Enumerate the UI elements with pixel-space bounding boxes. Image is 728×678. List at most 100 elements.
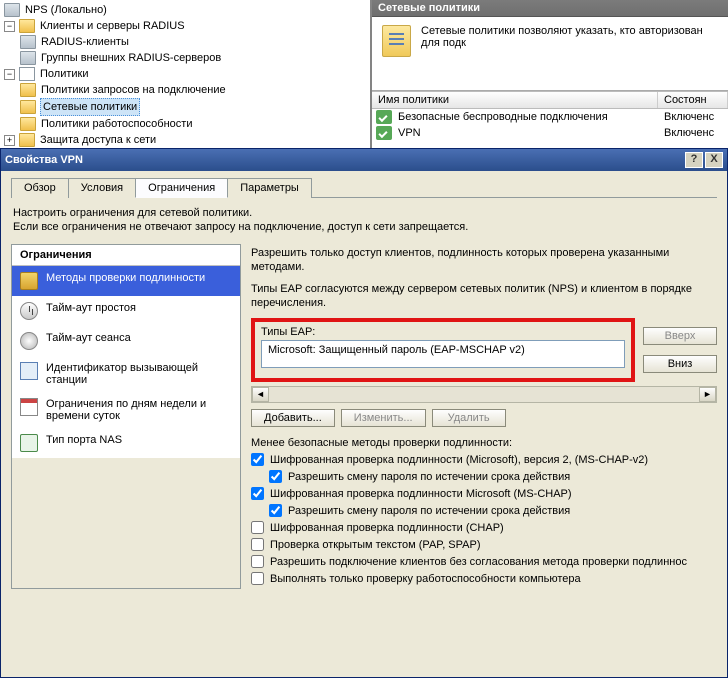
tab-strip: Обзор Условия Ограничения Параметры <box>11 177 717 198</box>
check-mschap-box[interactable] <box>251 487 264 500</box>
tree-net-policies[interactable]: Сетевые политики <box>20 98 366 116</box>
horizontal-scrollbar[interactable]: ◄ ► <box>251 386 717 403</box>
tree-radius-clients[interactable]: RADIUS-клиенты <box>20 34 366 50</box>
tree-policies[interactable]: Политики <box>39 66 90 82</box>
tab-constraints[interactable]: Ограничения <box>135 178 228 198</box>
intro-text: Настроить ограничения для сетевой полити… <box>13 206 715 234</box>
nas-icon <box>20 434 38 452</box>
check-chap[interactable]: Шифрованная проверка подлинности (CHAP) <box>251 521 717 535</box>
row-name: Безопасные беспроводные подключения <box>392 110 658 124</box>
doc-icon <box>19 67 35 81</box>
help-button[interactable]: ? <box>685 152 703 168</box>
tree-toggle[interactable]: + <box>4 135 15 146</box>
list-title: Сетевые политики <box>372 0 728 17</box>
tab-conditions[interactable]: Условия <box>68 178 136 198</box>
row-state: Включенс <box>658 126 728 140</box>
constraint-label: Тип порта NAS <box>46 434 122 446</box>
calendar-icon <box>20 398 38 416</box>
folder-icon <box>20 83 36 97</box>
folder-icon <box>19 19 35 33</box>
table-row[interactable]: VPN Включенс <box>372 125 728 141</box>
tree-root[interactable]: NPS (Локально) <box>4 2 366 18</box>
add-button[interactable]: Добавить... <box>251 409 335 427</box>
eap-types-list[interactable]: Microsoft: Защищенный пароль (EAP-MSCHAP… <box>261 340 625 368</box>
tab-overview[interactable]: Обзор <box>11 178 69 198</box>
scroll-left-icon[interactable]: ◄ <box>252 387 269 402</box>
check-pap-box[interactable] <box>251 538 264 551</box>
constraint-caller-id[interactable]: Идентификатор вызывающей станции <box>12 356 240 392</box>
folder-icon <box>20 117 36 131</box>
tree-ext-servers[interactable]: Группы внешних RADIUS-серверов <box>20 50 366 66</box>
policy-enabled-icon <box>376 126 392 140</box>
check-mschap-pwchange-box[interactable] <box>269 504 282 517</box>
table-header[interactable]: Имя политики Состоян <box>372 91 728 109</box>
scroll-right-icon[interactable]: ► <box>699 387 716 402</box>
tree-clients[interactable]: Клиенты и серверы RADIUS <box>39 18 186 34</box>
close-button[interactable]: X <box>705 152 723 168</box>
table-row[interactable]: Безопасные беспроводные подключения Вклю… <box>372 109 728 125</box>
check-healthonly-box[interactable] <box>251 572 264 585</box>
tree-req-policies[interactable]: Политики запросов на подключение <box>20 82 366 98</box>
list-description: Сетевые политики позволяют указать, кто … <box>421 25 718 49</box>
clock-icon <box>20 302 38 320</box>
constraint-label: Тайм-аут простоя <box>46 302 136 314</box>
check-mschapv2-pwchange-box[interactable] <box>269 470 282 483</box>
row-name: VPN <box>392 126 658 140</box>
folder-icon <box>20 100 36 114</box>
constraint-auth-methods[interactable]: Методы проверки подлинности <box>12 266 240 296</box>
constraints-panel: Ограничения Методы проверки подлинности … <box>11 244 241 589</box>
constraint-session-timeout[interactable]: Тайм-аут сеанса <box>12 326 240 356</box>
col-state[interactable]: Состоян <box>658 92 728 108</box>
check-chap-box[interactable] <box>251 521 264 534</box>
clock-icon <box>20 332 38 350</box>
move-up-button[interactable]: Вверх <box>643 327 717 345</box>
mmc-tree[interactable]: NPS (Локально) − Клиенты и серверы RADIU… <box>0 0 372 151</box>
allow-text: Разрешить только доступ клиентов, подлин… <box>251 246 717 274</box>
move-down-button[interactable]: Вниз <box>643 355 717 373</box>
check-pap[interactable]: Проверка открытым текстом (PAP, SPAP) <box>251 538 717 552</box>
constraint-label: Тайм-аут сеанса <box>46 332 131 344</box>
eap-label: Типы EAP: <box>261 326 625 338</box>
constraint-nas-port[interactable]: Тип порта NAS <box>12 428 240 458</box>
tree-toggle[interactable]: − <box>4 69 15 80</box>
row-state: Включенс <box>658 110 728 124</box>
tree-net-access[interactable]: + Защита доступа к сети <box>4 132 366 148</box>
tree-root-label: NPS (Локально) <box>24 2 108 18</box>
check-mschapv2-pwchange[interactable]: Разрешить смену пароля по истечении срок… <box>269 470 717 484</box>
check-mschapv2-box[interactable] <box>251 453 264 466</box>
check-healthonly[interactable]: Выполнять только проверку работоспособно… <box>251 572 717 586</box>
tree-health-policies[interactable]: Политики работоспособности <box>20 116 366 132</box>
eap-note: Типы EAP согласуются между сервером сете… <box>251 282 717 310</box>
lock-icon <box>20 272 38 290</box>
folder-icon <box>19 133 35 147</box>
delete-button[interactable]: Удалить <box>432 409 506 427</box>
eap-highlight: Типы EAP: Microsoft: Защищенный пароль (… <box>251 318 635 382</box>
servers-icon <box>20 51 36 65</box>
policy-enabled-icon <box>376 110 392 124</box>
list-description-bar: Сетевые политики позволяют указать, кто … <box>372 17 728 91</box>
constraint-label: Идентификатор вызывающей станции <box>46 362 232 386</box>
constraint-idle-timeout[interactable]: Тайм-аут простоя <box>12 296 240 326</box>
check-mschap-pwchange[interactable]: Разрешить смену пароля по истечении срок… <box>269 504 717 518</box>
check-mschap[interactable]: Шифрованная проверка подлинности Microso… <box>251 487 717 501</box>
properties-dialog: Свойства VPN ? X Обзор Условия Ограничен… <box>0 148 728 678</box>
dialog-title: Свойства VPN <box>5 154 83 166</box>
edit-button[interactable]: Изменить... <box>341 409 426 427</box>
server-icon <box>4 3 20 17</box>
tab-params[interactable]: Параметры <box>227 178 312 198</box>
check-unauth-box[interactable] <box>251 555 264 568</box>
col-name[interactable]: Имя политики <box>372 92 658 108</box>
clients-icon <box>20 35 36 49</box>
check-mschapv2[interactable]: Шифрованная проверка подлинности (Micros… <box>251 453 717 467</box>
less-secure-title: Менее безопасные методы проверки подлинн… <box>251 437 717 449</box>
titlebar[interactable]: Свойства VPN ? X <box>1 149 727 171</box>
check-unauth[interactable]: Разрешить подключение клиентов без согла… <box>251 555 717 569</box>
eap-list-item[interactable]: Microsoft: Защищенный пароль (EAP-MSCHAP… <box>268 344 618 356</box>
constraints-title: Ограничения <box>12 245 240 266</box>
policy-icon <box>382 25 411 57</box>
constraint-label: Ограничения по дням недели и времени сут… <box>46 398 232 422</box>
constraint-daytime[interactable]: Ограничения по дням недели и времени сут… <box>12 392 240 428</box>
station-icon <box>20 362 38 380</box>
constraint-label: Методы проверки подлинности <box>46 272 205 284</box>
tree-toggle[interactable]: − <box>4 21 15 32</box>
